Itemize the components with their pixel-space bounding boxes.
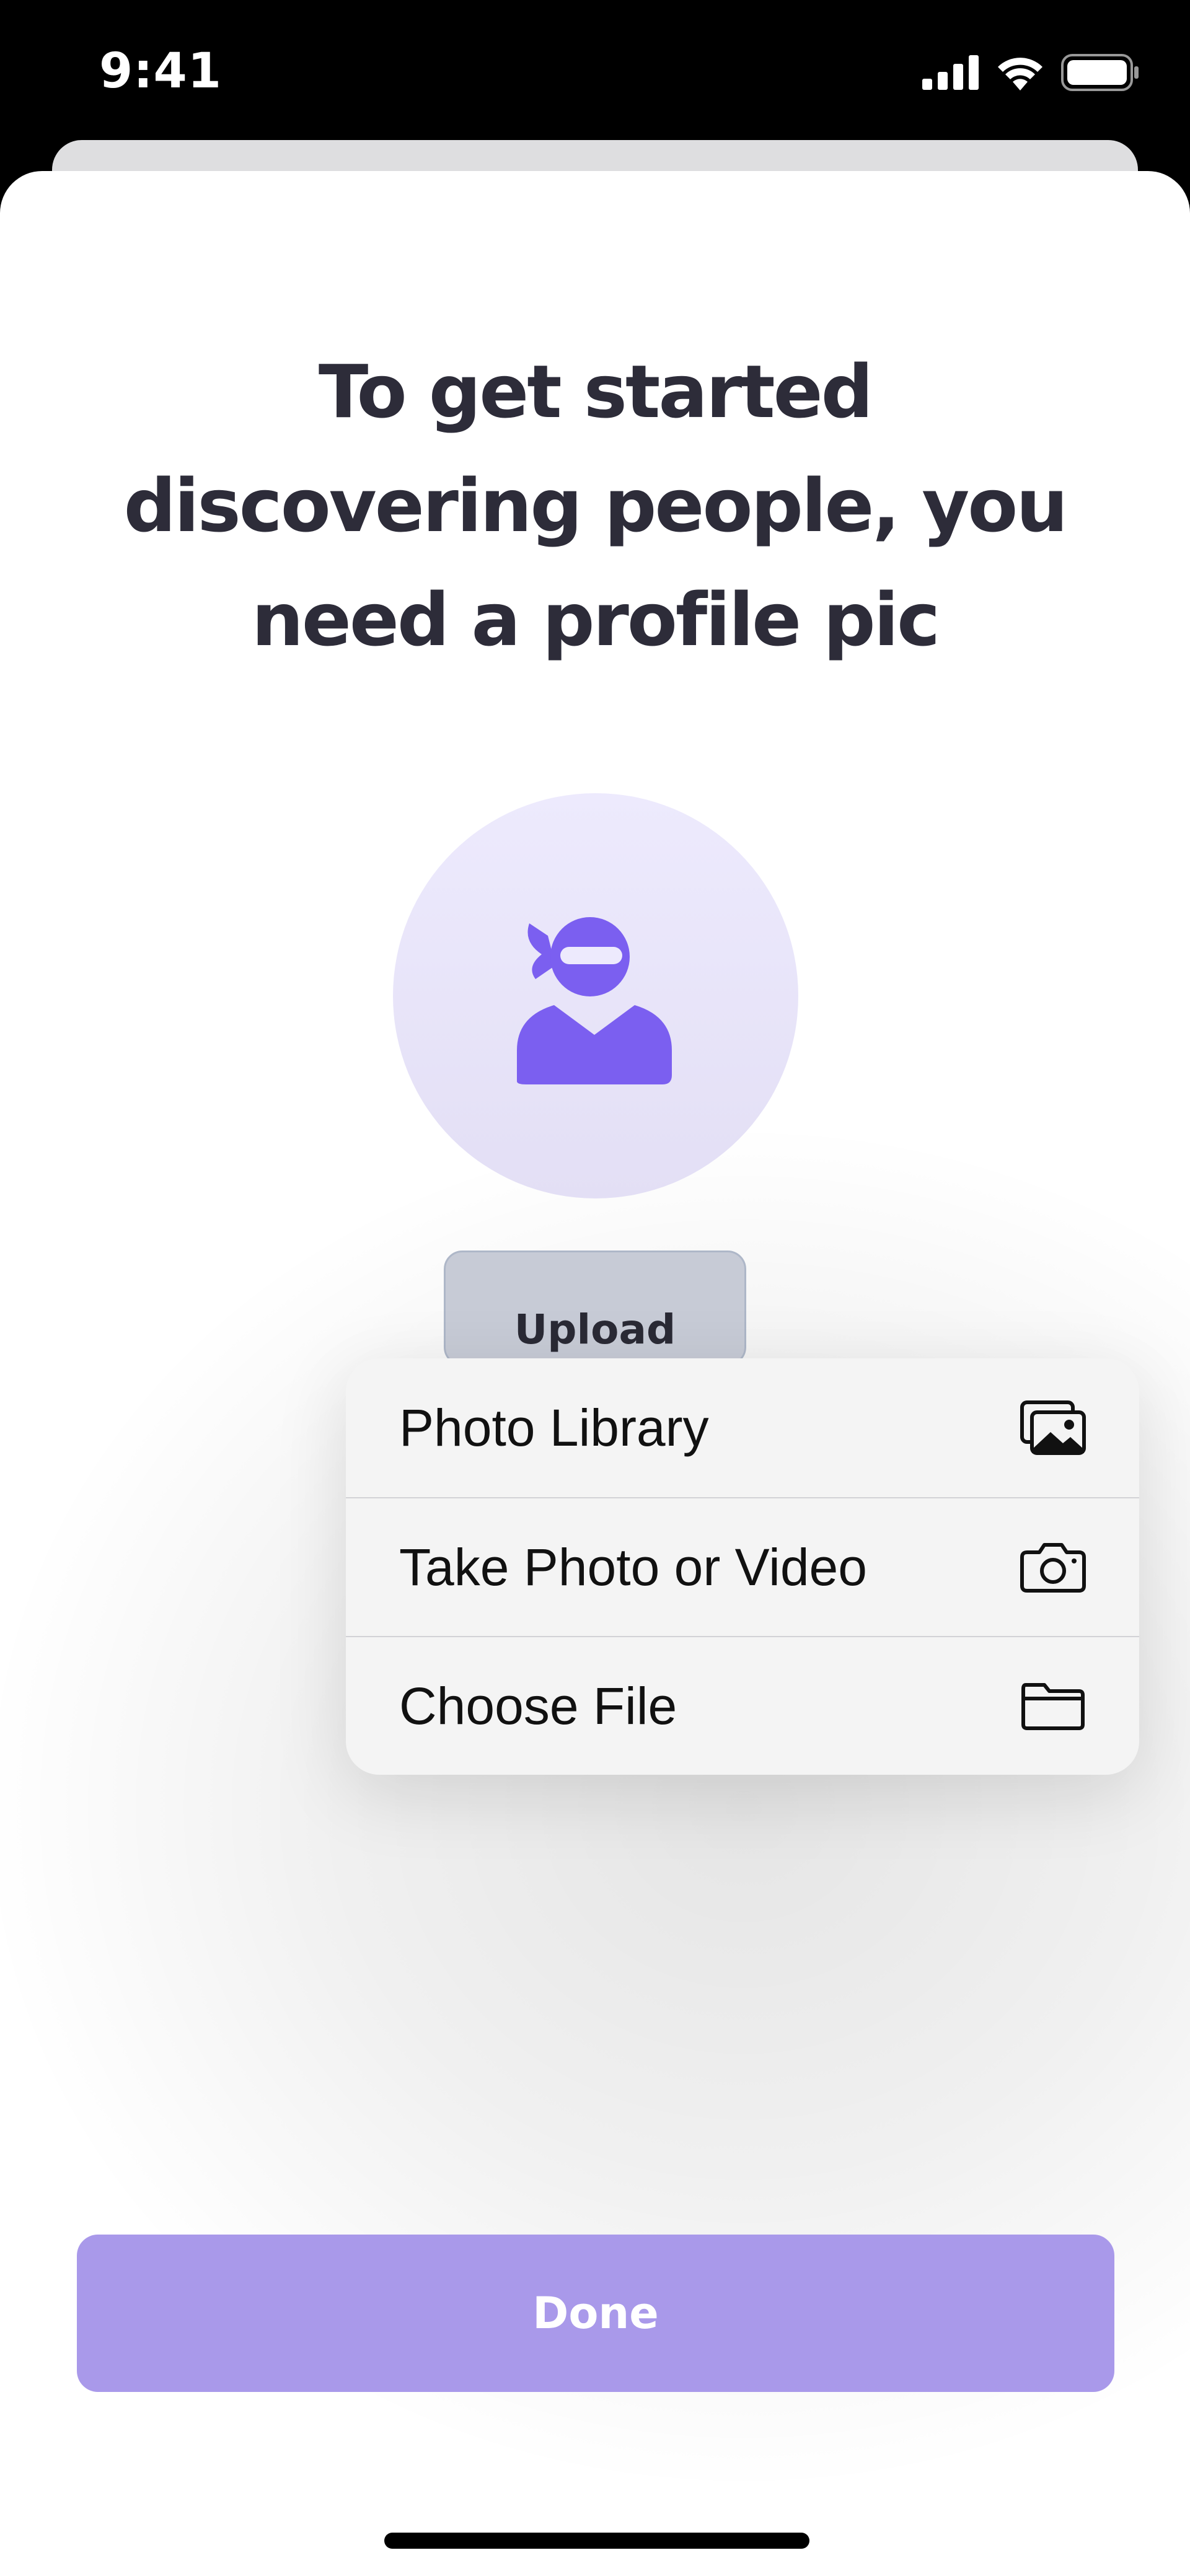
menu-item-photo-library[interactable]: Photo Library [346,1358,1139,1497]
photo-library-icon [1019,1398,1087,1457]
menu-item-label: Choose File [399,1676,677,1735]
status-time: 9:41 [99,43,223,99]
done-button[interactable]: Done [77,2235,1114,2392]
upload-button[interactable]: Upload [444,1251,746,1366]
menu-item-take-photo-or-video[interactable]: Take Photo or Video [346,1497,1139,1636]
cellular-signal-icon [922,55,979,90]
status-icons [922,51,1140,94]
menu-item-label: Photo Library [399,1398,709,1457]
menu-item-choose-file[interactable]: Choose File [346,1636,1139,1775]
camera-icon [1019,1537,1087,1597]
status-bar: 9:41 [0,0,1190,143]
upload-source-menu: Photo Library Take Photo or Video Choose… [346,1358,1139,1775]
ninja-avatar-icon [517,917,672,1084]
menu-item-label: Take Photo or Video [399,1537,867,1596]
folder-icon [1019,1676,1087,1736]
home-indicator[interactable] [384,2533,809,2549]
screen: 9:41 To get started discovering people, … [0,0,1190,2576]
page-title: To get started discovering people, you n… [123,349,1069,662]
wifi-icon [998,58,1042,90]
battery-icon [1061,54,1139,91]
